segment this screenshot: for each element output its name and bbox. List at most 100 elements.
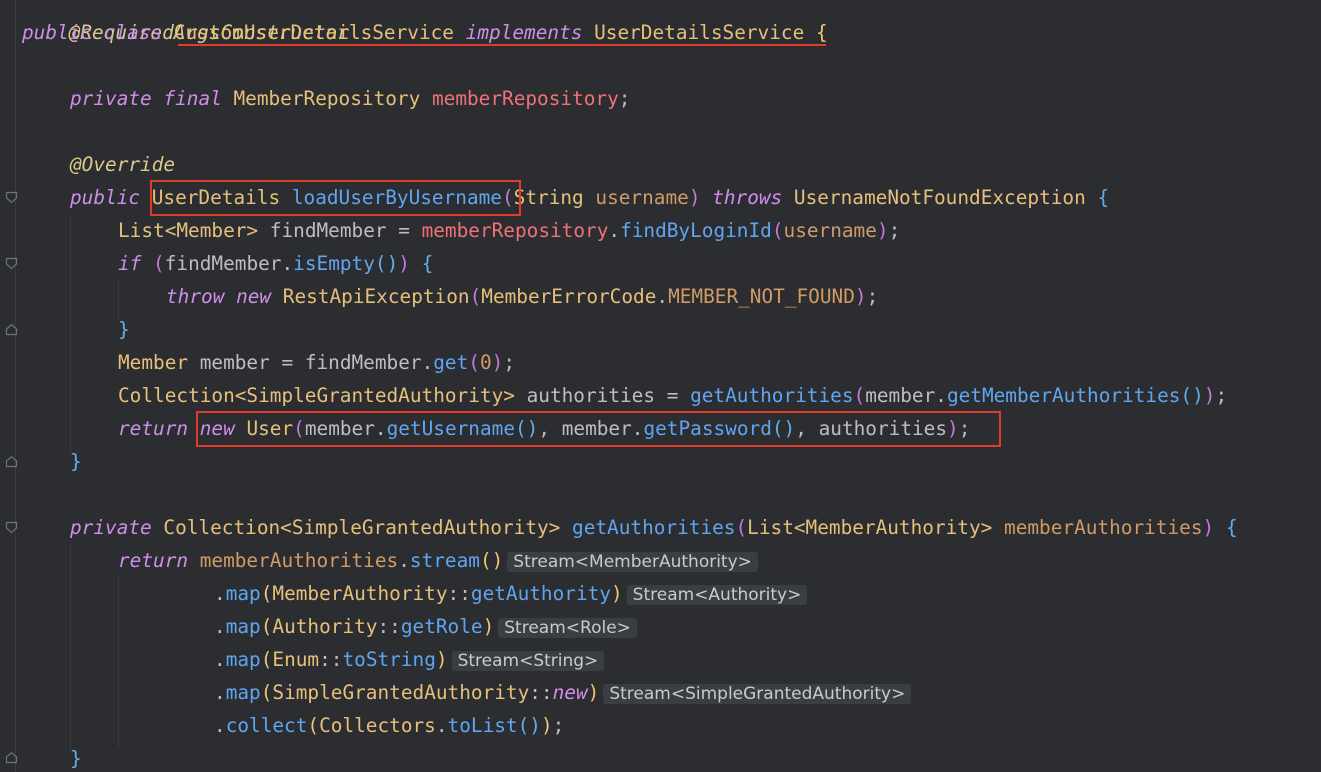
param-ref: username (783, 219, 877, 242)
code-line-collection[interactable]: Collection<SimpleGrantedAuthority> autho… (118, 379, 1227, 412)
method-call: getPassword (643, 417, 772, 440)
code-line-map-1[interactable]: .map(MemberAuthority::getAuthority) Strea… (214, 577, 808, 610)
paren: ( (771, 219, 784, 242)
variable: findMember (164, 252, 282, 275)
method-call: map (225, 615, 261, 638)
keyword: private (70, 516, 152, 539)
dot: . (214, 582, 226, 605)
dot: . (608, 219, 621, 242)
paren: ) (854, 285, 867, 308)
fold-end-icon[interactable] (5, 323, 18, 336)
comma: , (538, 417, 562, 440)
code-line-get-authorities-signature[interactable]: private Collection<SimpleGrantedAuthorit… (70, 511, 1238, 544)
code-line-method-close[interactable]: } (70, 445, 82, 478)
method-name: getAuthorities (572, 516, 736, 539)
code-line-map-4[interactable]: .map(SimpleGrantedAuthority::new) Stream<… (214, 676, 912, 709)
code-line-member[interactable]: Member member = findMember.get(0); (118, 346, 515, 379)
paren: ) (610, 582, 623, 605)
type-name: Collection<SimpleGrantedAuthority> (118, 384, 515, 407)
variable: member (304, 417, 375, 440)
paren: () (517, 714, 541, 737)
dot: . (214, 714, 226, 737)
brace: } (70, 747, 82, 770)
exception-type: UsernameNotFoundException (793, 186, 1086, 209)
keyword: new (199, 417, 235, 440)
method-call: isEmpty (293, 252, 375, 275)
fold-arrow-icon[interactable] (5, 257, 18, 270)
keyword: return (118, 417, 189, 440)
code-line-return[interactable]: return new User(member.getUsername(), me… (118, 412, 970, 445)
type-name: RestApiException (282, 285, 470, 308)
method-ref: getAuthority (470, 582, 611, 605)
type-hint: Stream<Authority> (626, 585, 808, 605)
type-arg: <Member> (164, 219, 259, 242)
semicolon: ; (888, 219, 901, 242)
type-name: Collectors (319, 714, 436, 737)
variable: authorities (526, 384, 656, 407)
number: 0 (479, 351, 492, 374)
keyword: private (70, 87, 152, 110)
keyword: return (118, 549, 189, 572)
method-ref-separator: :: (529, 681, 553, 704)
code-line-find-member[interactable]: List<Member> findMember = memberReposito… (118, 214, 900, 247)
paren: ( (468, 351, 480, 374)
fold-arrow-icon[interactable] (5, 191, 18, 204)
code-editor[interactable]: @RequiredArgsConstructor public class Cu… (0, 0, 1321, 772)
paren: ) (1203, 384, 1216, 407)
paren: ( (501, 186, 514, 209)
code-line-throw[interactable]: throw new RestApiException(MemberErrorCo… (166, 280, 878, 313)
code-line-map-2[interactable]: .map(Authority::getRole) Stream<Role> (214, 610, 637, 643)
code-line-annotation[interactable]: @RequiredArgsConstructor (22, 0, 349, 44)
method-ref-separator: :: (319, 648, 343, 671)
method-call: toList (447, 714, 518, 737)
paren: ) (688, 186, 701, 209)
editor-gutter (0, 0, 16, 772)
fold-end-icon[interactable] (5, 751, 18, 764)
semicolon: ; (958, 417, 971, 440)
paren: ) (587, 681, 600, 704)
code-line-field[interactable]: private final MemberRepository memberRep… (70, 82, 630, 115)
type-hint: Stream<SimpleGrantedAuthority> (603, 684, 912, 704)
keyword: implements (465, 21, 583, 44)
brace: } (70, 450, 82, 473)
semicolon: ; (552, 714, 565, 737)
paren: ( (153, 252, 165, 275)
interface-name: UserDetailsService (594, 21, 805, 44)
highlight-underline (178, 44, 826, 46)
paren: ( (469, 285, 482, 308)
indent-guide (70, 214, 71, 454)
indent-guide (70, 544, 71, 752)
keyword: new (236, 285, 272, 308)
method-call: get (433, 351, 469, 374)
keyword: public (70, 186, 141, 209)
paren: ( (260, 681, 273, 704)
dot: . (398, 549, 410, 572)
method-ref-separator: :: (447, 582, 471, 605)
code-line-stream[interactable]: return memberAuthorities.stream() Stream<… (118, 544, 758, 577)
code-line-map-3[interactable]: .map(Enum::toString) Stream<String> (214, 643, 605, 676)
code-line-collect[interactable]: .collect(Collectors.toList()); (214, 709, 564, 742)
code-line-override[interactable]: @Override (70, 148, 175, 181)
param-type: String (513, 186, 584, 209)
method-call: getUsername (386, 417, 515, 440)
variable: authorities (818, 417, 948, 440)
code-line-method-signature[interactable]: public UserDetails loadUserByUsername(St… (70, 181, 1109, 214)
operator: = (269, 351, 305, 374)
code-line-if-close[interactable]: } (118, 313, 130, 346)
brace: { (815, 21, 828, 44)
code-line-if[interactable]: if (findMember.isEmpty()) { (118, 247, 433, 280)
fold-arrow-icon[interactable] (5, 521, 18, 534)
paren: ( (260, 615, 273, 638)
annotation: @Override (70, 153, 176, 176)
fold-end-icon[interactable] (5, 455, 18, 468)
dot: . (631, 417, 644, 440)
code-line-class-close[interactable]: } (70, 742, 82, 772)
method-call: getAuthorities (690, 384, 854, 407)
type-name: User (246, 417, 294, 440)
param-name: memberAuthorities (1004, 516, 1203, 539)
param-type: List<MemberAuthority> (747, 516, 993, 539)
method-call: stream (409, 549, 480, 572)
keyword: final (163, 87, 222, 110)
type-name: Authority (272, 615, 378, 638)
type-hint: Stream<Role> (498, 618, 637, 638)
